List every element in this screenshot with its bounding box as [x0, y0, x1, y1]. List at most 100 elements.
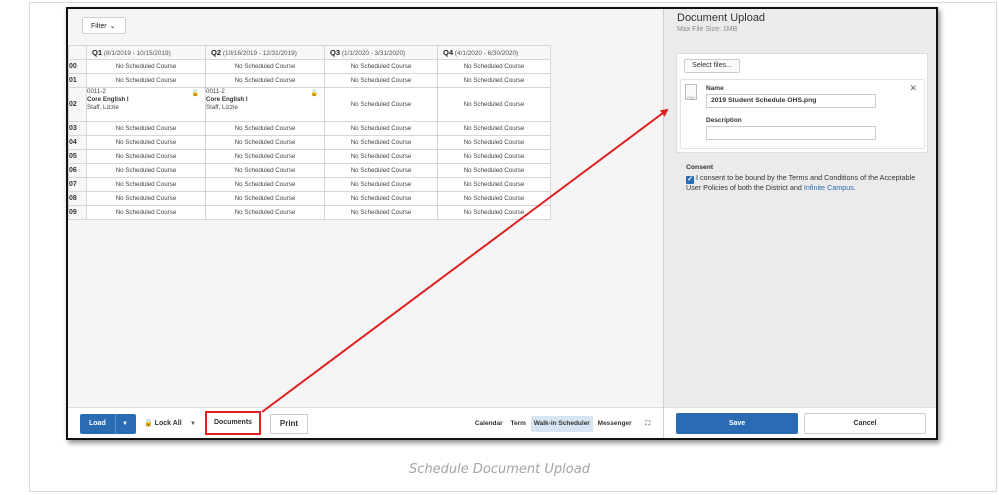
schedule-cell[interactable]: No Scheduled Course	[437, 135, 551, 150]
period-row: 02 🔓 0011-2 Core English I Staff, Lizzie…	[68, 87, 551, 122]
schedule-cell[interactable]: No Scheduled Course	[437, 121, 551, 136]
consent-period: .	[853, 183, 856, 192]
consent-text: I consent to be bound by the Terms and C…	[686, 173, 916, 192]
name-label: Name	[706, 85, 724, 92]
lock-all-button[interactable]: 🔒 Lock All	[144, 414, 182, 434]
schedule-cell[interactable]: No Scheduled Course	[437, 177, 551, 192]
split-divider	[115, 414, 116, 434]
schedule-cell[interactable]: No Scheduled Course	[437, 87, 551, 122]
period-number: 02	[68, 87, 87, 122]
schedule-cell[interactable]: No Scheduled Course	[86, 191, 206, 206]
schedule-cell[interactable]: No Scheduled Course	[205, 121, 325, 136]
schedule-cell[interactable]: No Scheduled Course	[324, 135, 438, 150]
schedule-cell[interactable]: No Scheduled Course	[86, 149, 206, 164]
file-icon: PNG	[685, 84, 697, 100]
schedule-cell[interactable]: No Scheduled Course	[205, 149, 325, 164]
period-row: 09 No Scheduled Course No Scheduled Cour…	[68, 205, 551, 220]
chevron-down-icon: ⌄	[109, 23, 116, 30]
schedule-cell[interactable]: No Scheduled Course	[437, 191, 551, 206]
schedule-cell[interactable]: No Scheduled Course	[205, 73, 325, 88]
schedule-cell[interactable]: No Scheduled Course	[86, 205, 206, 220]
schedule-pane: Filter ⌄ Q1 (8/1/2019 - 10/15/2019) Q2 (1…	[68, 9, 663, 438]
tab-calendar[interactable]: Calendar	[472, 416, 506, 432]
schedule-cell[interactable]: No Scheduled Course	[205, 177, 325, 192]
upload-box: Select files... PNG Name 2019 Student Sc…	[676, 53, 928, 153]
schedule-cell[interactable]: No Scheduled Course	[205, 135, 325, 150]
schedule-cell[interactable]: No Scheduled Course	[86, 163, 206, 178]
course-name: Core English I	[87, 96, 129, 103]
tab-term[interactable]: Term	[508, 416, 529, 432]
panel-footer: Save Cancel	[664, 407, 936, 438]
caret-down-icon[interactable]: ▼	[122, 414, 128, 434]
schedule-cell[interactable]: No Scheduled Course	[86, 121, 206, 136]
lock-icon[interactable]: 🔓	[311, 90, 318, 98]
course-cell-q2[interactable]: 🔓 0011-2 Core English I Staff, Lizzie	[205, 87, 325, 122]
period-row: 05 No Scheduled Course No Scheduled Cour…	[68, 149, 551, 164]
tab-messenger[interactable]: Messenger	[595, 416, 635, 432]
bottom-toolbar: Load ▼ 🔒 Lock All ▼ Documents Print Cale…	[68, 407, 663, 438]
schedule-cell[interactable]: No Scheduled Course	[437, 73, 551, 88]
schedule-cell[interactable]: No Scheduled Course	[86, 73, 206, 88]
schedule-cell[interactable]: No Scheduled Course	[86, 177, 206, 192]
filter-button[interactable]: Filter ⌄	[82, 17, 126, 34]
schedule-cell[interactable]: No Scheduled Course	[437, 59, 551, 74]
lock-all-label: Lock All	[154, 420, 182, 427]
schedule-cell[interactable]: No Scheduled Course	[324, 177, 438, 192]
schedule-cell[interactable]: No Scheduled Course	[324, 59, 438, 74]
file-entry: PNG Name 2019 Student Schedule OHS.png D…	[680, 79, 925, 149]
schedule-cell[interactable]: No Scheduled Course	[205, 205, 325, 220]
description-field[interactable]	[706, 126, 876, 140]
course-teacher: Staff, Lizzie	[206, 104, 238, 111]
schedule-cell[interactable]: No Scheduled Course	[324, 149, 438, 164]
schedule-cell[interactable]: No Scheduled Course	[324, 121, 438, 136]
schedule-cell[interactable]: No Scheduled Course	[437, 163, 551, 178]
lock-icon: 🔒	[144, 420, 153, 427]
cancel-button[interactable]: Cancel	[804, 413, 926, 434]
schedule-cell[interactable]: No Scheduled Course	[205, 163, 325, 178]
course-cell-q1[interactable]: 🔓 0011-2 Core English I Staff, Lizzie	[86, 87, 206, 122]
screenshot-window: Filter ⌄ Q1 (8/1/2019 - 10/15/2019) Q2 (1…	[66, 7, 938, 440]
save-button[interactable]: Save	[676, 413, 798, 434]
lock-all-caret-icon[interactable]: ▼	[190, 414, 196, 434]
schedule-cell[interactable]: No Scheduled Course	[205, 59, 325, 74]
load-button[interactable]: Load ▼	[80, 414, 136, 434]
term-header-q4: Q4 (4/1/2020 - 6/30/2020)	[437, 45, 551, 60]
print-button[interactable]: Print	[270, 414, 308, 434]
description-label: Description	[706, 117, 742, 124]
schedule-cell[interactable]: No Scheduled Course	[324, 73, 438, 88]
period-number: 01	[68, 73, 87, 88]
schedule-cell[interactable]: No Scheduled Course	[205, 191, 325, 206]
schedule-cell[interactable]: No Scheduled Course	[324, 87, 438, 122]
course-section: 0011-2	[206, 88, 225, 95]
tab-walk-in-scheduler[interactable]: Walk-in Scheduler	[530, 416, 593, 432]
schedule-cell[interactable]: No Scheduled Course	[86, 135, 206, 150]
consent-row: ✓ I consent to be bound by the Terms and …	[686, 173, 922, 193]
period-number: 04	[68, 135, 87, 150]
course-section: 0011-2	[87, 88, 106, 95]
name-field[interactable]: 2019 Student Schedule OHS.png	[706, 94, 876, 108]
documents-button[interactable]: Documents	[205, 411, 261, 435]
figure-caption: Schedule Document Upload	[409, 462, 590, 477]
close-icon[interactable]: ✕	[909, 83, 917, 94]
schedule-cell[interactable]: No Scheduled Course	[437, 149, 551, 164]
schedule-cell[interactable]: No Scheduled Course	[324, 205, 438, 220]
load-label: Load	[89, 420, 106, 427]
period-row: 03 No Scheduled Course No Scheduled Cour…	[68, 121, 551, 136]
period-row: 04 No Scheduled Course No Scheduled Cour…	[68, 135, 551, 150]
period-number: 09	[68, 205, 87, 220]
panel-subtitle: Max File Size: 1MB	[677, 26, 738, 33]
period-number: 03	[68, 121, 87, 136]
course-name: Core English I	[206, 96, 248, 103]
infinite-campus-link[interactable]: Infinite Campus	[804, 183, 854, 192]
lock-icon[interactable]: 🔓	[192, 90, 199, 98]
schedule-cell[interactable]: No Scheduled Course	[437, 205, 551, 220]
filter-label: Filter	[91, 23, 107, 30]
expand-icon[interactable]: ⛶	[642, 416, 653, 432]
schedule-cell[interactable]: No Scheduled Course	[86, 59, 206, 74]
consent-label: Consent	[686, 164, 714, 171]
term-header-q3: Q3 (1/1/2020 - 3/31/2020)	[324, 45, 438, 60]
schedule-cell[interactable]: No Scheduled Course	[324, 163, 438, 178]
select-files-button[interactable]: Select files...	[684, 59, 740, 73]
schedule-cell[interactable]: No Scheduled Course	[324, 191, 438, 206]
period-number: 07	[68, 177, 87, 192]
